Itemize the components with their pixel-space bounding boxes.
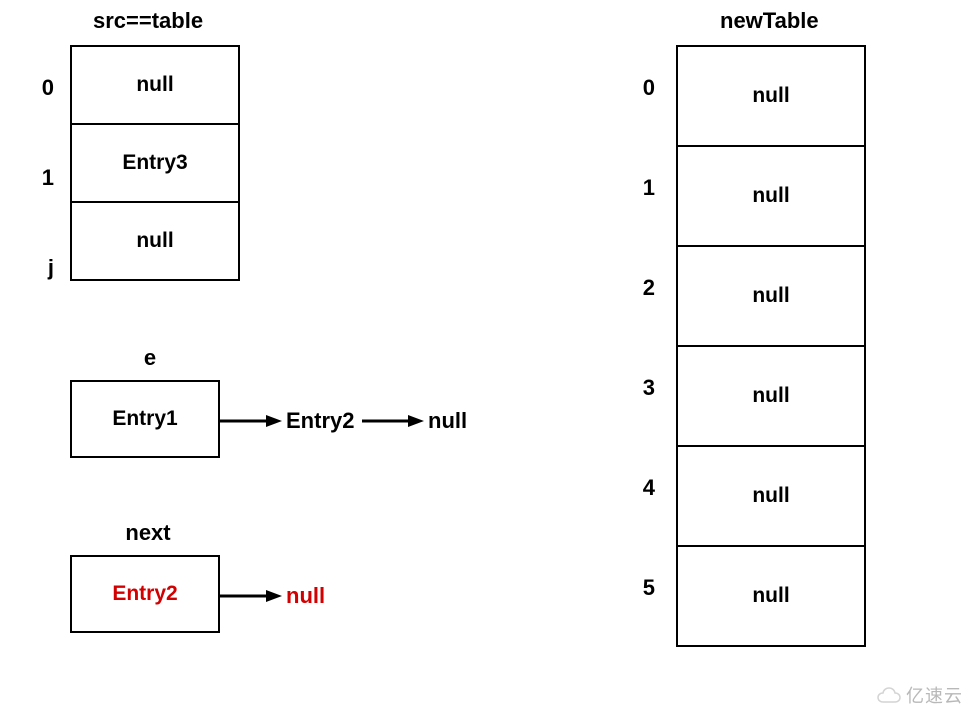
new-index-1: 1 <box>625 175 655 201</box>
cloud-icon <box>876 686 902 704</box>
new-index-4: 4 <box>625 475 655 501</box>
src-cell-1: Entry3 <box>70 123 240 203</box>
next-title: next <box>118 520 178 546</box>
new-cell-1: null <box>676 145 866 247</box>
next-chain-null: null <box>286 583 325 609</box>
new-table-title: newTable <box>720 8 819 34</box>
new-cell-5: null <box>676 545 866 647</box>
e-title: e <box>140 345 160 371</box>
e-chain-entry2: Entry2 <box>286 408 354 434</box>
new-index-2: 2 <box>625 275 655 301</box>
src-index-1: 1 <box>24 165 54 191</box>
src-cell-2: null <box>70 201 240 281</box>
watermark-text: 亿速云 <box>906 682 963 708</box>
src-index-j: j <box>24 255 54 281</box>
new-index-0: 0 <box>625 75 655 101</box>
src-cell-0: null <box>70 45 240 125</box>
watermark: 亿速云 <box>876 682 963 708</box>
e-cell: Entry1 <box>70 380 220 458</box>
e-chain-null: null <box>428 408 467 434</box>
src-index-0: 0 <box>24 75 54 101</box>
arrow-next-to-null <box>220 590 282 602</box>
next-cell: Entry2 <box>70 555 220 633</box>
new-index-5: 5 <box>625 575 655 601</box>
new-cell-4: null <box>676 445 866 547</box>
new-cell-3: null <box>676 345 866 447</box>
arrow-e-to-entry2 <box>220 415 282 427</box>
new-index-3: 3 <box>625 375 655 401</box>
new-cell-2: null <box>676 245 866 347</box>
new-cell-0: null <box>676 45 866 147</box>
src-table-title: src==table <box>93 8 203 34</box>
arrow-entry2-to-null <box>362 415 424 427</box>
